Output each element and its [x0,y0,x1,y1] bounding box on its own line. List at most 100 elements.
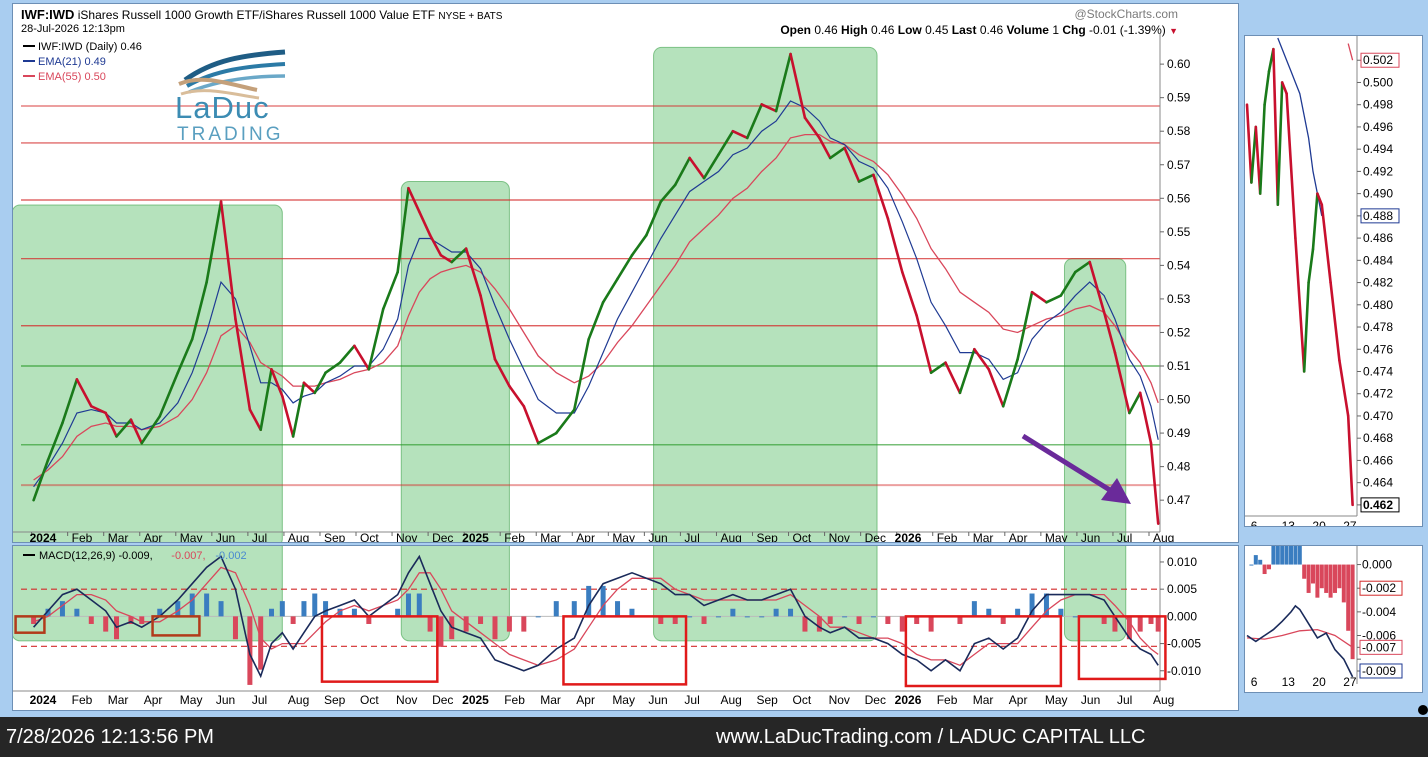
x-tick-label: May [1045,531,1068,542]
x-tick-label: May [612,693,635,707]
x-tick-label: Dec [432,693,453,707]
legend-entry: EMA(21) 0.49 [38,56,106,68]
chg-label: Chg [1062,23,1086,37]
y-tick-label: 0.000 [1167,609,1197,623]
y-tick-label: 0.49 [1167,426,1191,440]
x-tick-label: May [612,531,635,542]
y-tick-label: -0.004 [1362,605,1396,619]
price-segment [281,394,295,438]
macd-histogram-bar [88,616,94,624]
price-segment [1338,359,1350,418]
y-tick-label: 0.55 [1167,225,1191,239]
x-tick-label: Apr [144,531,163,542]
x-tick-label: May [180,531,203,542]
macd-histogram-bar [1271,546,1276,565]
macd-signal-line [1246,628,1353,648]
price-segment [630,233,648,257]
price-segment [1346,414,1354,507]
x-tick-label: Jul [1117,693,1132,707]
price-segment [324,361,342,375]
x-tick-label: Feb [504,693,525,707]
y-tick-label: 0.480 [1363,298,1393,312]
bullish-zone-0 [13,204,283,542]
low-value: 0.45 [925,23,949,37]
x-tick-label: Feb [937,531,958,542]
price-segment [1276,81,1284,207]
y-tick-label: 0.57 [1167,158,1191,172]
y-tick-label: 0.51 [1167,359,1191,373]
macd-histogram-bar [928,616,934,632]
macd-legend-entry: -0.007, [171,550,205,562]
bullish-zone-1 [400,181,510,542]
macd-histogram-bar [521,616,527,632]
y-tick-label: 0.48 [1167,460,1191,474]
macd-histogram-bar [1333,564,1337,593]
macd-histogram-bar [279,601,285,617]
macd-panel: 0.010 0.005 0.000 -0.005 -0.010 2024 Feb Mar Apr… [12,545,1239,711]
macd-histogram-bar [885,616,891,624]
macd-histogram-bar [463,616,469,632]
macd-histogram-bar [269,608,275,617]
x-tick-label: Aug [720,531,741,542]
bullish-zone-2 [653,46,878,542]
x-tick-label: 2024 [30,693,57,707]
y-tick-label: 0.52 [1167,325,1191,339]
y-tick-label: 0.005 [1167,582,1197,596]
symbol-description: iShares Russell 1000 Growth ETF/iShares … [77,8,436,22]
volume-value: 1 [1052,23,1060,37]
macd-histogram-bar [1302,564,1307,579]
macd-histogram-bar [615,601,621,617]
macd-zoom-panel: 0.000 -0.002 -0.004 -0.006 -0.007 -0.009 6 13 20… [1244,545,1423,693]
x-tick-label: May [1045,693,1068,707]
x-tick-label: 2025 [462,693,489,707]
chg-value: -0.01 (-1.39%) [1089,23,1166,37]
logo-line2: TRADING [177,124,284,145]
symbol: IWF:IWD [21,7,75,22]
y-tick-label: 0.488 [1363,209,1393,223]
scroll-handle-icon[interactable] [1418,705,1428,715]
watermark: @StockCharts.com [1074,7,1178,21]
y-tick-label: 0.56 [1167,191,1191,205]
y-tick-label: 0.53 [1167,292,1191,306]
price-segment [1272,47,1280,207]
x-tick-label: Oct [793,693,812,707]
x-tick-label: Aug [288,531,309,542]
macd-histogram-bar [1137,616,1143,632]
x-tick-label: Jun [648,693,667,707]
open-label: Open [780,23,811,37]
x-tick-label: Jun [216,531,235,542]
x-tick-label: 20 [1312,519,1326,526]
y-tick-label: 0.466 [1363,453,1393,467]
price-segment [929,361,947,375]
exchange: NYSE + BATS [438,11,503,22]
macd-histogram-bar [842,616,848,618]
macd-histogram-bar [870,616,876,618]
x-tick-label: Mar [540,693,561,707]
price-segment [1329,281,1341,362]
macd-histogram-bar [586,585,592,617]
y-tick-label: 0.476 [1363,342,1393,356]
x-tick-label: Jul [1117,531,1132,542]
price-segment [1302,281,1310,373]
macd-histogram-bar [312,593,318,617]
x-tick-label: Jun [648,531,667,542]
x-tick-label: Nov [396,693,417,707]
macd-histogram-bar [971,601,977,617]
y-tick-label: 0.472 [1363,387,1393,401]
price-segment [987,368,1005,408]
price-segment [601,277,619,304]
macd-histogram-bar [600,585,606,617]
macd-histogram-bar [323,601,329,617]
x-tick-label: Jul [252,693,267,707]
price-segment [1263,70,1271,106]
x-tick-label: Jul [252,531,267,542]
macd-histogram-bar [788,608,794,617]
macd-histogram-bar [1346,564,1351,631]
macd-histogram-bar [744,616,750,618]
macd-histogram-bar [535,616,541,618]
y-tick-label: 0.474 [1363,364,1393,378]
x-tick-label: Jun [1081,693,1100,707]
macd-histogram-bar [1280,546,1285,565]
macd-histogram-bar [1328,564,1333,598]
macd-histogram-bar [715,616,721,618]
